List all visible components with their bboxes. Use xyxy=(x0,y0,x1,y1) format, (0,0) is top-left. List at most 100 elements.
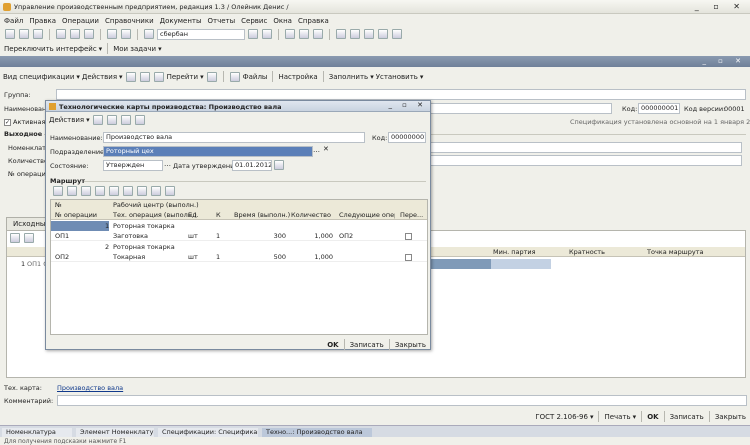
spec-close-button[interactable]: Закрыть xyxy=(715,413,746,421)
move-down-icon[interactable] xyxy=(137,186,147,196)
dialog-print-icon[interactable] xyxy=(106,115,117,125)
spec-status-text: Спецификация установлена основной на 1 я… xyxy=(570,118,750,126)
find-icon[interactable] xyxy=(144,29,154,39)
dept-select-button[interactable]: … xyxy=(313,146,320,154)
route-filter-icon[interactable] xyxy=(165,186,175,196)
dialog-date-field[interactable]: 01.01.2012 xyxy=(232,160,272,171)
tech-card-link[interactable]: Производство вала xyxy=(57,384,123,392)
dialog-help-icon[interactable] xyxy=(134,115,145,125)
quantity-field[interactable] xyxy=(430,155,742,166)
undo-icon[interactable] xyxy=(107,29,117,39)
menu-service[interactable]: Сервис xyxy=(241,17,267,25)
route-copy-icon[interactable] xyxy=(67,186,77,196)
fill-menu[interactable]: Заполнить xyxy=(329,73,368,81)
dialog-ok-button[interactable]: OK xyxy=(327,341,338,349)
save-icon[interactable] xyxy=(33,29,43,39)
table-row[interactable]: 1 Роторная токарка ОП1 Заготовка шт 1 30… xyxy=(51,221,427,241)
set-menu[interactable]: Установить xyxy=(376,73,418,81)
row-opnum: ОП1 xyxy=(55,232,70,240)
taskbar-item-nomenclature[interactable]: Номенклатура xyxy=(2,428,72,437)
files-icon[interactable] xyxy=(229,71,240,82)
paste-icon[interactable] xyxy=(84,29,94,39)
taskbar-item-techcard[interactable]: Техно...: Производство вала xyxy=(262,428,372,437)
dialog-code-label: Код: xyxy=(372,134,388,142)
bold-icon[interactable] xyxy=(336,29,346,39)
calendar-icon[interactable] xyxy=(285,29,295,39)
spec-actions-menu[interactable]: Действия xyxy=(82,73,117,81)
gost-button[interactable]: ГОСТ 2.106-96 xyxy=(535,413,588,421)
dialog-code-field[interactable]: 000000001 xyxy=(388,132,426,143)
switch-interface-button[interactable]: Переключить интерфейс xyxy=(4,45,97,53)
add-icon[interactable] xyxy=(125,71,136,82)
chart-icon[interactable] xyxy=(350,29,360,39)
table-copy-icon[interactable] xyxy=(24,233,34,243)
help-circle-icon[interactable] xyxy=(206,71,217,82)
date-picker-icon[interactable] xyxy=(274,160,284,170)
cut-icon[interactable] xyxy=(56,29,66,39)
tech-card-label: Тех. карта: xyxy=(4,384,42,392)
menu-documents[interactable]: Документы xyxy=(160,17,202,25)
window-controls[interactable]: _ ▫ ✕ xyxy=(695,2,746,11)
dialog-state-field[interactable]: Утвержден xyxy=(103,160,163,171)
memory-plus-icon[interactable] xyxy=(364,29,374,39)
menu-edit[interactable]: Правка xyxy=(29,17,56,25)
dialog-actions-menu[interactable]: Действия xyxy=(49,116,84,124)
state-select-button[interactable]: … xyxy=(164,160,171,168)
dialog-name-field[interactable]: Производство вала xyxy=(103,132,365,143)
print-button[interactable]: Печать xyxy=(604,413,630,421)
dialog-controls[interactable]: _ ▫ ✕ xyxy=(388,101,427,109)
main-toolbar: сбербан xyxy=(4,28,403,40)
menu-operations[interactable]: Операции xyxy=(62,17,99,25)
route-add-icon[interactable] xyxy=(53,186,63,196)
search-prev-icon[interactable] xyxy=(262,29,272,39)
table-add-icon[interactable] xyxy=(10,233,20,243)
search-input[interactable]: сбербан xyxy=(157,28,245,40)
dialog-save-icon[interactable] xyxy=(92,115,103,125)
spec-ok-button[interactable]: OK xyxy=(647,413,658,421)
name-field[interactable] xyxy=(430,103,612,114)
dialog-struct-icon[interactable] xyxy=(120,115,131,125)
dialog-save-button[interactable]: Записать xyxy=(350,341,384,349)
active-checkbox[interactable]: ✓ xyxy=(4,119,11,126)
calculator-icon[interactable] xyxy=(299,29,309,39)
route-tree-icon[interactable] xyxy=(109,186,119,196)
route-sort-icon[interactable] xyxy=(151,186,161,196)
route-edit-icon[interactable] xyxy=(81,186,91,196)
dept-clear-icon[interactable]: ✕ xyxy=(323,145,329,153)
history-icon[interactable] xyxy=(392,29,402,39)
menu-help[interactable]: Справка xyxy=(298,17,329,25)
new-icon[interactable] xyxy=(5,29,15,39)
menu-file[interactable]: Файл xyxy=(4,17,23,25)
search-next-icon[interactable] xyxy=(248,29,258,39)
redo-icon[interactable] xyxy=(121,29,131,39)
taskbar-item-specs[interactable]: Спецификации: Спецификаци... xyxy=(158,428,258,437)
code-field[interactable]: 000000001 xyxy=(638,103,680,114)
settings-button[interactable]: Настройка xyxy=(278,73,317,81)
copy-icon[interactable] xyxy=(70,29,80,39)
menu-catalogs[interactable]: Справочники xyxy=(105,17,154,25)
spec-save-button[interactable]: Записать xyxy=(670,413,704,421)
group-field[interactable] xyxy=(56,89,746,100)
files-button[interactable]: Файлы xyxy=(243,73,268,81)
menu-reports[interactable]: Отчеты xyxy=(208,17,236,25)
row-transfer-checkbox[interactable] xyxy=(405,254,412,261)
memory-minus-icon[interactable] xyxy=(378,29,388,39)
comment-field[interactable] xyxy=(57,395,747,406)
nomenclature-field[interactable] xyxy=(430,142,742,153)
open-icon[interactable] xyxy=(19,29,29,39)
row-transfer-checkbox[interactable] xyxy=(405,233,412,240)
dialog-dept-field[interactable]: Роторный цех xyxy=(103,146,313,157)
view-spec-menu[interactable]: Вид спецификации xyxy=(3,73,74,81)
my-tasks-button[interactable]: Мои задачи xyxy=(113,45,156,53)
spec-window-controls[interactable]: _ ▫ ✕ xyxy=(702,57,746,65)
move-up-icon[interactable] xyxy=(123,186,133,196)
route-delete-icon[interactable] xyxy=(95,186,105,196)
print-icon[interactable] xyxy=(139,71,150,82)
goto-menu[interactable]: Перейти xyxy=(167,73,199,81)
struct-icon[interactable] xyxy=(153,71,164,82)
help-icon[interactable] xyxy=(313,29,323,39)
menu-windows[interactable]: Окна xyxy=(273,17,292,25)
dialog-close-button[interactable]: Закрыть xyxy=(395,341,426,349)
taskbar-item-element[interactable]: Элемент Номенклатура... xyxy=(76,428,154,437)
table-row[interactable]: 2 Роторная токарка ОП2 Токарная шт 1 500… xyxy=(51,242,427,262)
